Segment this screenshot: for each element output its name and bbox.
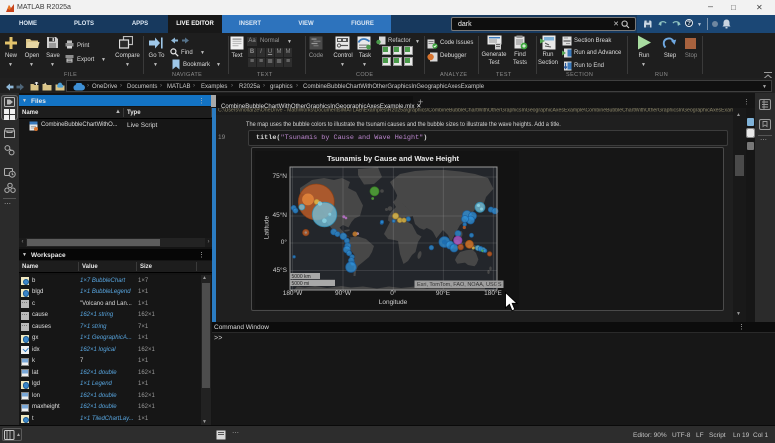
svg-text:5000 km: 5000 km: [292, 274, 311, 280]
svg-text:Esri, TomTom, FAO, NOAA, USGS: Esri, TomTom, FAO, NOAA, USGS: [417, 282, 502, 288]
svg-text:5000 mi: 5000 mi: [292, 281, 310, 287]
